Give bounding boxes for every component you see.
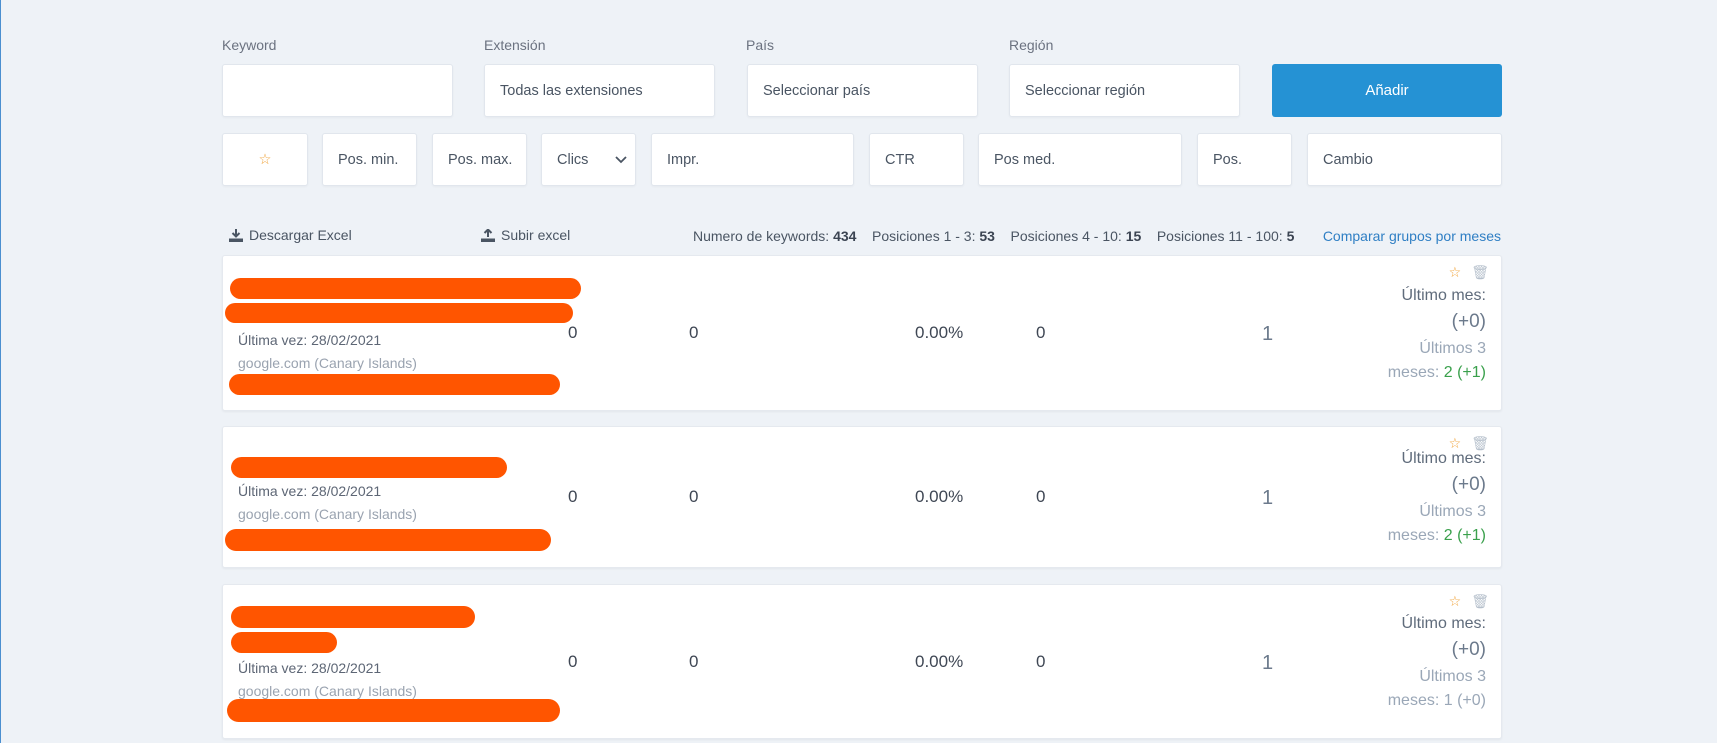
upload-icon — [481, 228, 495, 242]
extension-select[interactable]: Todas las extensiones — [484, 64, 715, 117]
last-month-label: Último mes: — [1401, 450, 1486, 467]
last-seen: Última vez: 28/02/2021 — [238, 660, 382, 676]
compare-groups-link[interactable]: Comparar grupos por meses — [1323, 228, 1501, 244]
region-label: Región — [1009, 37, 1054, 53]
last-seen: Última vez: 28/02/2021 — [238, 483, 382, 499]
pos-4-10-value: 15 — [1125, 228, 1142, 244]
keyword-row: Última vez: 28/02/2021 google.com (Canar… — [222, 426, 1502, 568]
position-value: 1 — [1262, 323, 1274, 345]
redacted-tag — [227, 699, 560, 722]
redacted-keyword — [231, 606, 475, 628]
redacted-url — [231, 632, 337, 653]
search-engine: google.com (Canary Islands) — [238, 355, 417, 371]
clicks-value: 0 — [568, 652, 578, 671]
pos-1-3-label: Posiciones 1 - 3: — [871, 228, 976, 244]
last-month-label: Último mes: — [1401, 287, 1486, 304]
last-3-months-label: Últimos 3 — [1419, 339, 1486, 357]
row-actions: ☆ 🗑 — [1449, 264, 1489, 281]
extension-label: Extensión — [484, 37, 546, 53]
redacted-keyword — [230, 278, 581, 299]
favorite-star-icon[interactable]: ☆ — [1449, 593, 1462, 610]
impressions-value: 0 — [689, 487, 699, 506]
last-3-months-value: 2 (+1) — [1443, 363, 1486, 381]
download-excel-label: Descargar Excel — [249, 227, 352, 243]
clicks-label: Clics — [557, 151, 589, 168]
position-value: 1 — [1262, 487, 1274, 509]
keyword-row: Última vez: 28/02/2021 google.com (Canar… — [222, 584, 1502, 739]
impressions-filter[interactable]: Impr. — [651, 133, 854, 186]
clicks-sort-select[interactable]: Clics — [541, 133, 636, 186]
download-icon — [229, 228, 243, 242]
pos-11-100-label: Posiciones 11 - 100: — [1156, 228, 1283, 244]
pos-min-filter[interactable]: Pos. min. — [322, 133, 417, 186]
keyword-label: Keyword — [222, 37, 277, 53]
last-3-months-label-b: meses: — [1387, 691, 1440, 709]
last-month-change: (+0) — [1451, 474, 1486, 495]
trash-icon[interactable]: 🗑 — [1471, 264, 1489, 281]
pos-1-3-value: 53 — [979, 228, 995, 244]
redacted-tag — [225, 529, 551, 551]
last-seen: Última vez: 28/02/2021 — [238, 332, 382, 348]
last-3-months-label-b: meses: — [1387, 363, 1440, 381]
last-3-months-label-b: meses: — [1387, 526, 1440, 544]
last-3-months-value: 2 (+1) — [1443, 526, 1486, 544]
pos-med-value: 0 — [1036, 487, 1046, 506]
row-actions: ☆ 🗑 — [1449, 593, 1489, 610]
redacted-url — [225, 303, 573, 323]
ctr-value: 0.00% — [915, 487, 964, 506]
redacted-tag — [229, 374, 560, 395]
change-summary: Último mes: (+0) Últimos 3 meses: 2 (+1) — [1388, 447, 1486, 548]
keyword-stats: Numero de keywords: 434 Posiciones 1 - 3… — [693, 228, 1294, 244]
pos-11-100-value: 5 — [1286, 228, 1295, 244]
last-month-change: (+0) — [1451, 311, 1486, 332]
upload-excel-button[interactable]: Subir excel — [481, 227, 570, 243]
change-summary: Último mes: (+0) Últimos 3 meses: 1 (+0) — [1388, 612, 1486, 713]
pos-med-filter[interactable]: Pos med. — [978, 133, 1182, 186]
kw-count-value: 434 — [833, 228, 857, 244]
pos-filter[interactable]: Pos. — [1197, 133, 1292, 186]
chevron-down-icon — [615, 155, 627, 163]
star-icon: ☆ — [258, 151, 272, 168]
country-label: País — [746, 37, 775, 53]
add-button[interactable]: Añadir — [1272, 64, 1502, 117]
impressions-value: 0 — [689, 323, 699, 342]
change-filter[interactable]: Cambio — [1307, 133, 1502, 186]
pos-med-value: 0 — [1036, 652, 1046, 671]
last-month-label: Último mes: — [1401, 615, 1486, 632]
ctr-filter[interactable]: CTR — [869, 133, 964, 186]
last-3-months-label: Últimos 3 — [1419, 667, 1486, 685]
pos-4-10-label: Posiciones 4 - 10: — [1010, 228, 1122, 244]
position-value: 1 — [1262, 652, 1274, 674]
favorite-filter[interactable]: ☆ — [222, 133, 308, 186]
last-3-months-value: 1 (+0) — [1443, 691, 1486, 709]
ctr-value: 0.00% — [915, 323, 964, 342]
last-month-change: (+0) — [1451, 639, 1486, 660]
ctr-value: 0.00% — [915, 652, 964, 671]
clicks-value: 0 — [568, 487, 578, 506]
upload-excel-label: Subir excel — [501, 227, 571, 243]
search-engine: google.com (Canary Islands) — [238, 683, 417, 699]
change-summary: Último mes: (+0) Últimos 3 meses: 2 (+1) — [1388, 284, 1486, 385]
redacted-keyword — [231, 457, 507, 478]
trash-icon[interactable]: 🗑 — [1471, 593, 1489, 610]
country-select[interactable]: Seleccionar país — [747, 64, 978, 117]
keyword-input[interactable] — [222, 64, 453, 117]
keyword-row: Última vez: 28/02/2021 google.com (Canar… — [222, 255, 1502, 411]
impressions-value: 0 — [689, 652, 699, 671]
clicks-value: 0 — [568, 323, 578, 342]
pos-med-value: 0 — [1036, 323, 1046, 342]
pos-max-filter[interactable]: Pos. max. — [432, 133, 527, 186]
region-select[interactable]: Seleccionar región — [1009, 64, 1240, 117]
kw-count-label: Numero de keywords: — [693, 228, 830, 244]
last-3-months-label: Últimos 3 — [1419, 502, 1486, 520]
search-engine: google.com (Canary Islands) — [238, 506, 417, 522]
download-excel-button[interactable]: Descargar Excel — [229, 227, 352, 243]
favorite-star-icon[interactable]: ☆ — [1449, 264, 1462, 281]
